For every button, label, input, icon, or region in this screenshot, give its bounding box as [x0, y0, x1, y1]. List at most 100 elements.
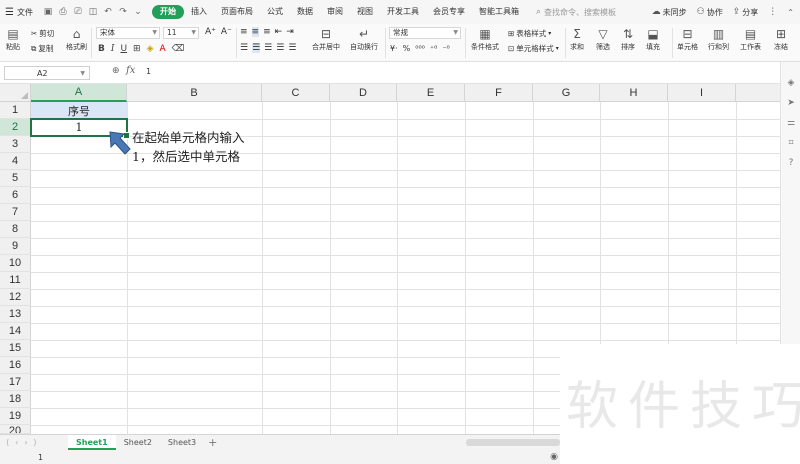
tab-smart-tools[interactable]: 智能工具箱: [472, 5, 526, 19]
bold-icon[interactable]: B: [98, 44, 105, 54]
fx-icon[interactable]: fx: [126, 65, 135, 76]
row-header-4[interactable]: 4: [0, 153, 31, 170]
tab-member[interactable]: 会员专享: [426, 5, 472, 19]
font-name-select[interactable]: 宋体 ▼: [96, 27, 160, 39]
clear-format-icon[interactable]: ⌫: [172, 44, 185, 54]
export-icon[interactable]: ⎙: [57, 6, 69, 18]
row-header-1[interactable]: 1: [0, 102, 31, 119]
column-header-e[interactable]: E: [397, 84, 465, 102]
fill-color-icon[interactable]: ◈: [147, 44, 154, 54]
save-icon[interactable]: ▣: [42, 6, 54, 18]
paste-button[interactable]: ▤ 粘贴: [6, 27, 20, 52]
freeze-button[interactable]: ⊞ 冻结: [774, 27, 788, 52]
row-header-18[interactable]: 18: [0, 391, 31, 408]
row-header-8[interactable]: 8: [0, 221, 31, 238]
sheet-tab-sheet3[interactable]: Sheet3: [160, 435, 204, 450]
conditional-format-button[interactable]: ▦ 条件格式: [471, 27, 499, 52]
sheet-tab-sheet2[interactable]: Sheet2: [116, 435, 160, 450]
merge-center-button[interactable]: ⊟ 合并居中: [312, 27, 340, 52]
share-button[interactable]: ⇪ 分享: [733, 7, 759, 18]
redo-icon[interactable]: ↷: [117, 6, 129, 18]
column-header-i[interactable]: I: [668, 84, 736, 102]
row-header-5[interactable]: 5: [0, 170, 31, 187]
name-box[interactable]: A2 ▼: [4, 66, 90, 80]
column-header-c[interactable]: C: [262, 84, 330, 102]
underline-icon[interactable]: U: [120, 44, 127, 54]
row-header-6[interactable]: 6: [0, 187, 31, 204]
formula-input[interactable]: 1: [146, 67, 151, 76]
align-left-icon[interactable]: ☰: [240, 43, 248, 53]
collab-button[interactable]: ⚇ 协作: [697, 7, 723, 18]
tab-review[interactable]: 审阅: [320, 5, 350, 19]
row-col-button[interactable]: ▥ 行和列: [708, 27, 729, 52]
row-header-16[interactable]: 16: [0, 357, 31, 374]
worksheet-button[interactable]: ▤ 工作表: [740, 27, 761, 52]
file-menu[interactable]: ☰ 文件: [0, 7, 40, 18]
italic-icon[interactable]: I: [111, 44, 115, 54]
align-bottom-icon[interactable]: ≡: [263, 27, 271, 37]
format-painter-button[interactable]: ⌂ 格式刷: [66, 27, 87, 52]
column-header-f[interactable]: F: [465, 84, 533, 102]
sort-button[interactable]: ⇅ 排序: [621, 27, 635, 52]
column-header-a[interactable]: A: [31, 84, 127, 102]
align-middle-icon[interactable]: ≡: [251, 27, 260, 37]
eye-icon[interactable]: ◉: [550, 452, 558, 462]
last-sheet-icon[interactable]: ⟩: [34, 438, 37, 447]
row-header-12[interactable]: 12: [0, 289, 31, 306]
sum-button[interactable]: Σ 求和: [570, 27, 584, 52]
more-options-icon[interactable]: ⋮: [768, 7, 777, 17]
distributed-icon[interactable]: ☰: [288, 43, 296, 53]
collapse-ribbon-icon[interactable]: ⌃: [787, 8, 794, 17]
tab-insert[interactable]: 插入: [184, 5, 214, 19]
column-header-b[interactable]: B: [127, 84, 262, 102]
tab-data[interactable]: 数据: [290, 5, 320, 19]
increase-font-icon[interactable]: A⁺: [205, 27, 216, 37]
style-icon[interactable]: ◈: [785, 78, 797, 90]
print-preview-icon[interactable]: ◫: [87, 6, 99, 18]
decimal-increase-icon[interactable]: ⁺⁰: [430, 44, 437, 53]
row-header-11[interactable]: 11: [0, 272, 31, 289]
more-icon[interactable]: ⌄: [132, 6, 144, 18]
row-header-9[interactable]: 9: [0, 238, 31, 255]
cut-button[interactable]: ✂ 剪切: [31, 28, 54, 39]
row-header-19[interactable]: 19: [0, 408, 31, 425]
thousands-icon[interactable]: ⁰⁰⁰: [415, 44, 425, 53]
tab-formulas[interactable]: 公式: [260, 5, 290, 19]
justify-icon[interactable]: ☰: [276, 43, 284, 53]
border-icon[interactable]: ⊞: [133, 44, 141, 54]
row-header-14[interactable]: 14: [0, 323, 31, 340]
prev-sheet-icon[interactable]: ‹: [15, 438, 18, 447]
column-header-g[interactable]: G: [533, 84, 600, 102]
decrease-font-icon[interactable]: A⁻: [221, 27, 232, 37]
indent-increase-icon[interactable]: ⇥: [286, 27, 294, 37]
cell-style-button[interactable]: ⊡ 单元格样式 ▾: [508, 43, 559, 54]
copy-button[interactable]: ⧉ 复制: [31, 43, 53, 54]
tab-page-layout[interactable]: 页面布局: [214, 5, 260, 19]
adjust-icon[interactable]: ⚌: [785, 118, 797, 130]
row-header-2[interactable]: 2: [0, 119, 31, 136]
wrap-text-button[interactable]: ↵ 自动换行: [350, 27, 378, 52]
percent-icon[interactable]: %: [403, 44, 411, 53]
font-color-icon[interactable]: A: [160, 44, 166, 54]
fill-button[interactable]: ⬓ 填充: [646, 27, 660, 52]
row-header-10[interactable]: 10: [0, 255, 31, 272]
row-header-20[interactable]: 20: [0, 425, 31, 434]
row-header-7[interactable]: 7: [0, 204, 31, 221]
decimal-decrease-icon[interactable]: ⁻⁰: [442, 44, 449, 53]
font-size-select[interactable]: 11 ▼: [163, 27, 199, 39]
command-search[interactable]: ⌕ 查找命令、搜索模板: [536, 7, 616, 18]
align-top-icon[interactable]: ≡: [240, 27, 248, 37]
number-format-select[interactable]: 常规 ▼: [389, 27, 461, 39]
row-header-15[interactable]: 15: [0, 340, 31, 357]
print-icon[interactable]: ⎚: [72, 6, 84, 18]
pointer-icon[interactable]: ➤: [785, 98, 797, 110]
align-center-icon[interactable]: ☰: [252, 43, 261, 53]
column-header-d[interactable]: D: [330, 84, 397, 102]
row-header-17[interactable]: 17: [0, 374, 31, 391]
filter-button[interactable]: ▽ 筛选: [596, 27, 610, 52]
tab-developer[interactable]: 开发工具: [380, 5, 426, 19]
zoom-formula-icon[interactable]: ⊕: [112, 66, 120, 76]
undo-icon[interactable]: ↶: [102, 6, 114, 18]
row-header-13[interactable]: 13: [0, 306, 31, 323]
select-all-corner[interactable]: [0, 84, 31, 102]
